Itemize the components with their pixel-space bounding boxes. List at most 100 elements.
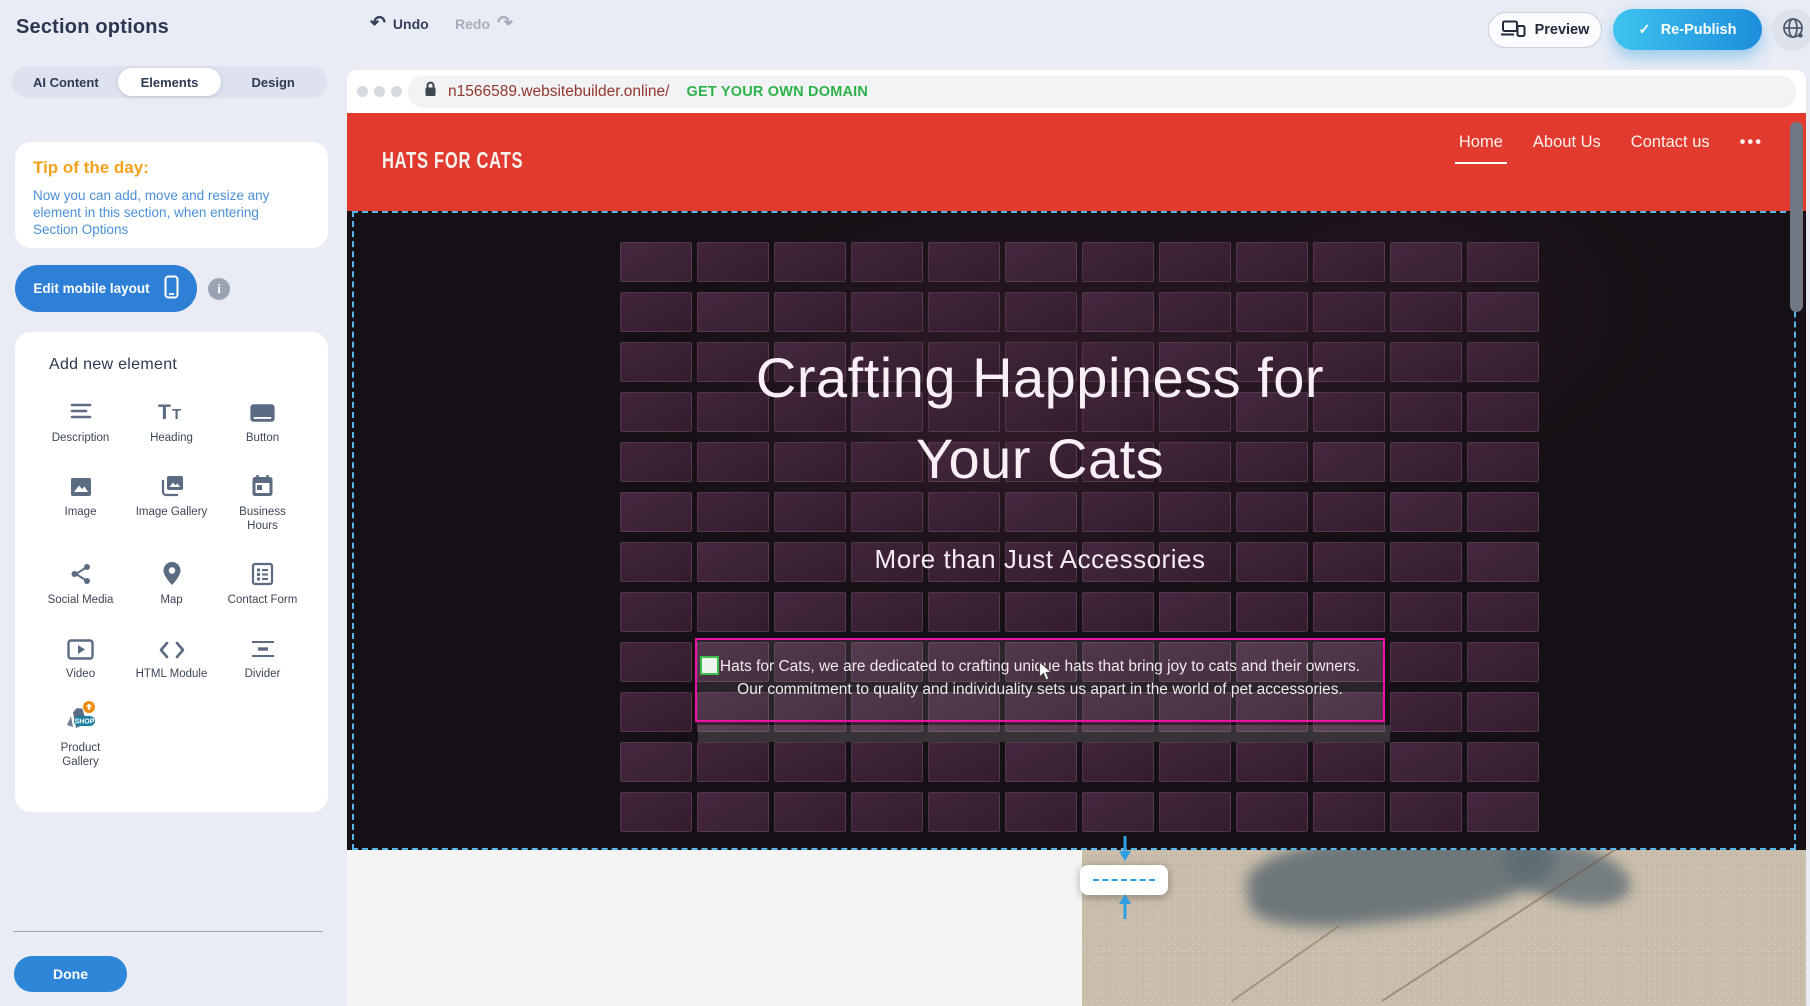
language-globe-button[interactable] — [1772, 9, 1810, 51]
divider-icon — [250, 632, 276, 660]
heading-icon: TT — [158, 396, 186, 424]
element-html-module[interactable]: HTML Module — [126, 632, 217, 681]
preview-button[interactable]: Preview — [1488, 12, 1602, 48]
tip-of-the-day-card: Tip of the day: Now you can add, move an… — [15, 142, 328, 248]
svg-text:T: T — [172, 406, 181, 423]
resize-arrow-down-icon — [1117, 836, 1133, 867]
element-label: Map — [160, 593, 182, 607]
html-module-icon — [158, 632, 186, 660]
hero-background-tiles — [620, 242, 1539, 832]
element-label: Description — [52, 431, 110, 445]
get-domain-link[interactable]: GET YOUR OWN DOMAIN — [686, 84, 868, 100]
resize-arrow-up-icon — [1117, 893, 1133, 924]
sidebar-divider — [13, 931, 323, 932]
devices-icon — [1501, 20, 1526, 41]
svg-text:T: T — [158, 401, 171, 424]
republish-label: Re-Publish — [1661, 22, 1737, 38]
phone-icon — [164, 275, 179, 302]
lock-icon — [424, 81, 437, 102]
nav-item--[interactable]: ••• — [1740, 133, 1763, 164]
undo-button[interactable]: ↶ Undo — [370, 15, 429, 33]
element-video[interactable]: Video — [35, 632, 126, 681]
element-product-gallery[interactable]: SHOP Product Gallery — [35, 706, 126, 769]
resize-dash — [1093, 879, 1155, 881]
address-bar[interactable]: n1566589.websitebuilder.online/ GET YOUR… — [408, 75, 1796, 108]
sidebar-tabs: AI Content Elements Design — [12, 66, 327, 98]
globe-icon — [1781, 16, 1805, 45]
redo-label: Redo — [455, 16, 490, 32]
element-heading[interactable]: TT Heading — [126, 396, 217, 445]
video-icon — [67, 632, 94, 660]
hero-heading[interactable]: Crafting Happiness for Your Cats — [347, 337, 1733, 499]
undo-label: Undo — [393, 16, 429, 32]
preview-label: Preview — [1535, 22, 1590, 38]
preview-scrollbar[interactable] — [1790, 122, 1803, 312]
page-title: Section options — [16, 16, 169, 39]
element-label: Video — [66, 667, 95, 681]
edit-mobile-label: Edit mobile layout — [33, 281, 149, 296]
nav-item-home[interactable]: Home — [1459, 133, 1503, 164]
done-label: Done — [53, 966, 88, 982]
element-label: Heading — [150, 431, 193, 445]
element-label: Divider — [245, 667, 281, 681]
tip-body: Now you can add, move and resize any ele… — [33, 187, 295, 238]
done-button[interactable]: Done — [14, 956, 127, 992]
element-divider[interactable]: Divider — [217, 632, 308, 681]
element-label: HTML Module — [136, 667, 208, 681]
element-contact-form[interactable]: Contact Form — [217, 558, 308, 607]
map-icon — [162, 558, 182, 586]
element-description[interactable]: Description — [35, 396, 126, 445]
element-map[interactable]: Map — [126, 558, 217, 607]
app-root: Section options ↶ Undo Redo ↷ Preview ✓ … — [0, 0, 1810, 1006]
nav-item-about-us[interactable]: About Us — [1533, 133, 1601, 164]
next-section[interactable] — [347, 850, 1806, 1006]
description-icon — [68, 396, 94, 424]
business-hours-icon — [251, 470, 274, 498]
product-gallery-icon: SHOP — [61, 706, 101, 734]
hero-section[interactable]: Crafting Happiness for Your Cats More th… — [347, 211, 1806, 850]
republish-button[interactable]: ✓ Re-Publish — [1613, 9, 1762, 50]
tab-ai-content[interactable]: AI Content — [14, 68, 118, 96]
element-image-gallery[interactable]: Image Gallery — [126, 470, 217, 533]
element-label: Business Hours — [226, 505, 300, 533]
svg-text:SHOP: SHOP — [74, 719, 94, 726]
element-business-hours[interactable]: Business Hours — [217, 470, 308, 533]
element-label: Image Gallery — [136, 505, 208, 519]
mouse-cursor — [1038, 661, 1053, 687]
section-resize-handle[interactable] — [1080, 865, 1168, 895]
element-label: Button — [246, 431, 279, 445]
tip-title: Tip of the day: — [33, 158, 310, 178]
redo-button[interactable]: Redo ↷ — [455, 15, 513, 33]
site-header: HATS FOR CATS Home About Us Contact us ••• — [347, 113, 1806, 211]
browser-chrome: n1566589.websitebuilder.online/ GET YOUR… — [347, 70, 1806, 113]
hero-subheading[interactable]: More than Just Accessories — [347, 544, 1733, 575]
undo-icon: ↶ — [370, 15, 386, 33]
element-label: Social Media — [48, 593, 114, 607]
element-label: Product Gallery — [44, 741, 118, 769]
site-nav: Home About Us Contact us ••• — [1459, 133, 1763, 164]
element-label: Image — [65, 505, 97, 519]
redo-icon: ↷ — [497, 15, 513, 33]
image-icon — [69, 470, 93, 498]
info-icon[interactable]: i — [208, 278, 230, 300]
tab-elements[interactable]: Elements — [118, 68, 222, 96]
element-grid: Description TT Heading Button Image Image Gal… — [35, 396, 308, 769]
site-logo[interactable]: HATS FOR CATS — [382, 147, 523, 174]
element-label: Contact Form — [228, 593, 298, 607]
tab-design[interactable]: Design — [221, 68, 325, 96]
element-button[interactable]: Button — [217, 396, 308, 445]
nav-item-contact-us[interactable]: Contact us — [1631, 133, 1710, 164]
floor-grout-line-2 — [1231, 926, 1339, 1002]
image-gallery-icon — [159, 470, 185, 498]
check-icon: ✓ — [1639, 22, 1651, 38]
button-icon — [249, 396, 276, 424]
floor-image — [1082, 850, 1806, 1006]
site-url: n1566589.websitebuilder.online/ — [448, 83, 669, 101]
social-media-icon — [69, 558, 93, 586]
site-preview-window: n1566589.websitebuilder.online/ GET YOUR… — [347, 70, 1806, 1006]
browser-dots-icon — [357, 86, 402, 97]
element-drag-handle[interactable] — [700, 656, 719, 675]
element-image[interactable]: Image — [35, 470, 126, 533]
element-social-media[interactable]: Social Media — [35, 558, 126, 607]
edit-mobile-layout-button[interactable]: Edit mobile layout — [15, 265, 197, 312]
